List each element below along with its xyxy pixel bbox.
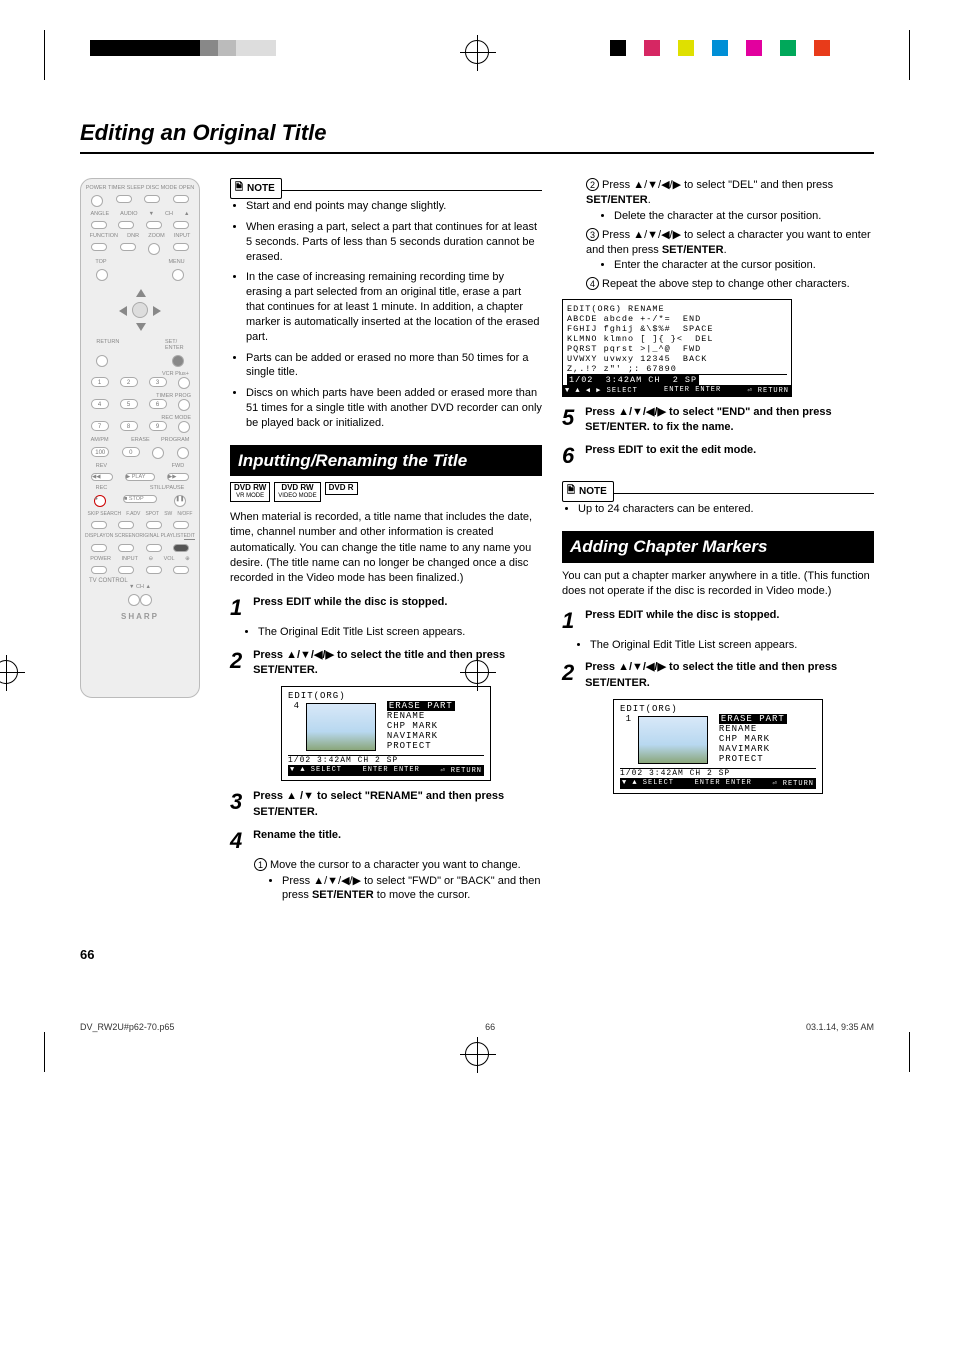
note-icon xyxy=(567,483,575,500)
osd-edit-org-1: EDIT(ORG) 4 ERASE PART RENAME CHP MARK N… xyxy=(281,686,491,781)
step-2: 2 Press ▲/▼/◀/▶ to select the title and … xyxy=(230,648,542,679)
page-content: Editing an Original Title POWERTIMER SLE… xyxy=(0,60,954,1002)
note-item: Discs on which parts have been added or … xyxy=(246,386,542,431)
page-title: Editing an Original Title xyxy=(80,120,874,154)
page-number: 66 xyxy=(80,947,874,962)
section-intro: When material is recorded, a title name … xyxy=(230,510,542,587)
osd-rename-grid: EDIT(ORG) RENAME ABCDE abcde +-/*= END F… xyxy=(562,299,792,397)
print-crosshair-right xyxy=(465,660,489,684)
remote-column: POWERTIMER SLEEPDISC MODEOPEN ANGLEAUDIO… xyxy=(80,178,210,907)
osd-edit-org-2: EDIT(ORG) 1 ERASE PART RENAME CHP MARK N… xyxy=(613,699,823,794)
note-item: In the case of increasing remaining reco… xyxy=(246,270,542,344)
disc-tags: DVD RWVR MODE DVD RWVIDEO MODE DVD R xyxy=(230,482,542,501)
step-6: 6 Press EDIT to exit the edit mode. xyxy=(562,443,874,469)
print-marks-top xyxy=(0,0,954,60)
footer-pagenum: 66 xyxy=(485,1022,495,1032)
step-4: 4 Rename the title. xyxy=(230,828,542,854)
note-label-2: NOTE xyxy=(562,481,614,502)
step-5: 5 Press ▲/▼/◀/▶ to select "END" and then… xyxy=(562,405,874,436)
footer-timestamp: 03.1.14, 9:35 AM xyxy=(806,1022,874,1032)
right-column: 2Press ▲/▼/◀/▶ to select "DEL" and then … xyxy=(562,178,874,907)
middle-column: NOTE Start and end points may change sli… xyxy=(230,178,542,907)
note-list: Start and end points may change slightly… xyxy=(230,199,542,431)
footer: DV_RW2U#p62-70.p65 66 03.1.14, 9:35 AM xyxy=(0,1002,954,1042)
step2-2: 2 Press ▲/▼/◀/▶ to select the title and … xyxy=(562,660,874,691)
note-item: Start and end points may change slightly… xyxy=(246,199,542,214)
remote-control-illustration: POWERTIMER SLEEPDISC MODEOPEN ANGLEAUDIO… xyxy=(80,178,200,698)
note-label: NOTE xyxy=(230,178,282,199)
step2-1: 1 Press EDIT while the disc is stopped. xyxy=(562,608,874,634)
footer-filename: DV_RW2U#p62-70.p65 xyxy=(80,1022,174,1032)
section-header-chapter: Adding Chapter Markers xyxy=(562,531,874,563)
section-header-rename: Inputting/Renaming the Title xyxy=(230,445,542,477)
step-1: 1 Press EDIT while the disc is stopped. xyxy=(230,595,542,621)
note-item: When erasing a part, select a part that … xyxy=(246,220,542,265)
step-3: 3 Press ▲ /▼ to select "RENAME" and then… xyxy=(230,789,542,820)
note-item: Parts can be added or erased no more tha… xyxy=(246,351,542,381)
note-icon xyxy=(235,180,243,197)
